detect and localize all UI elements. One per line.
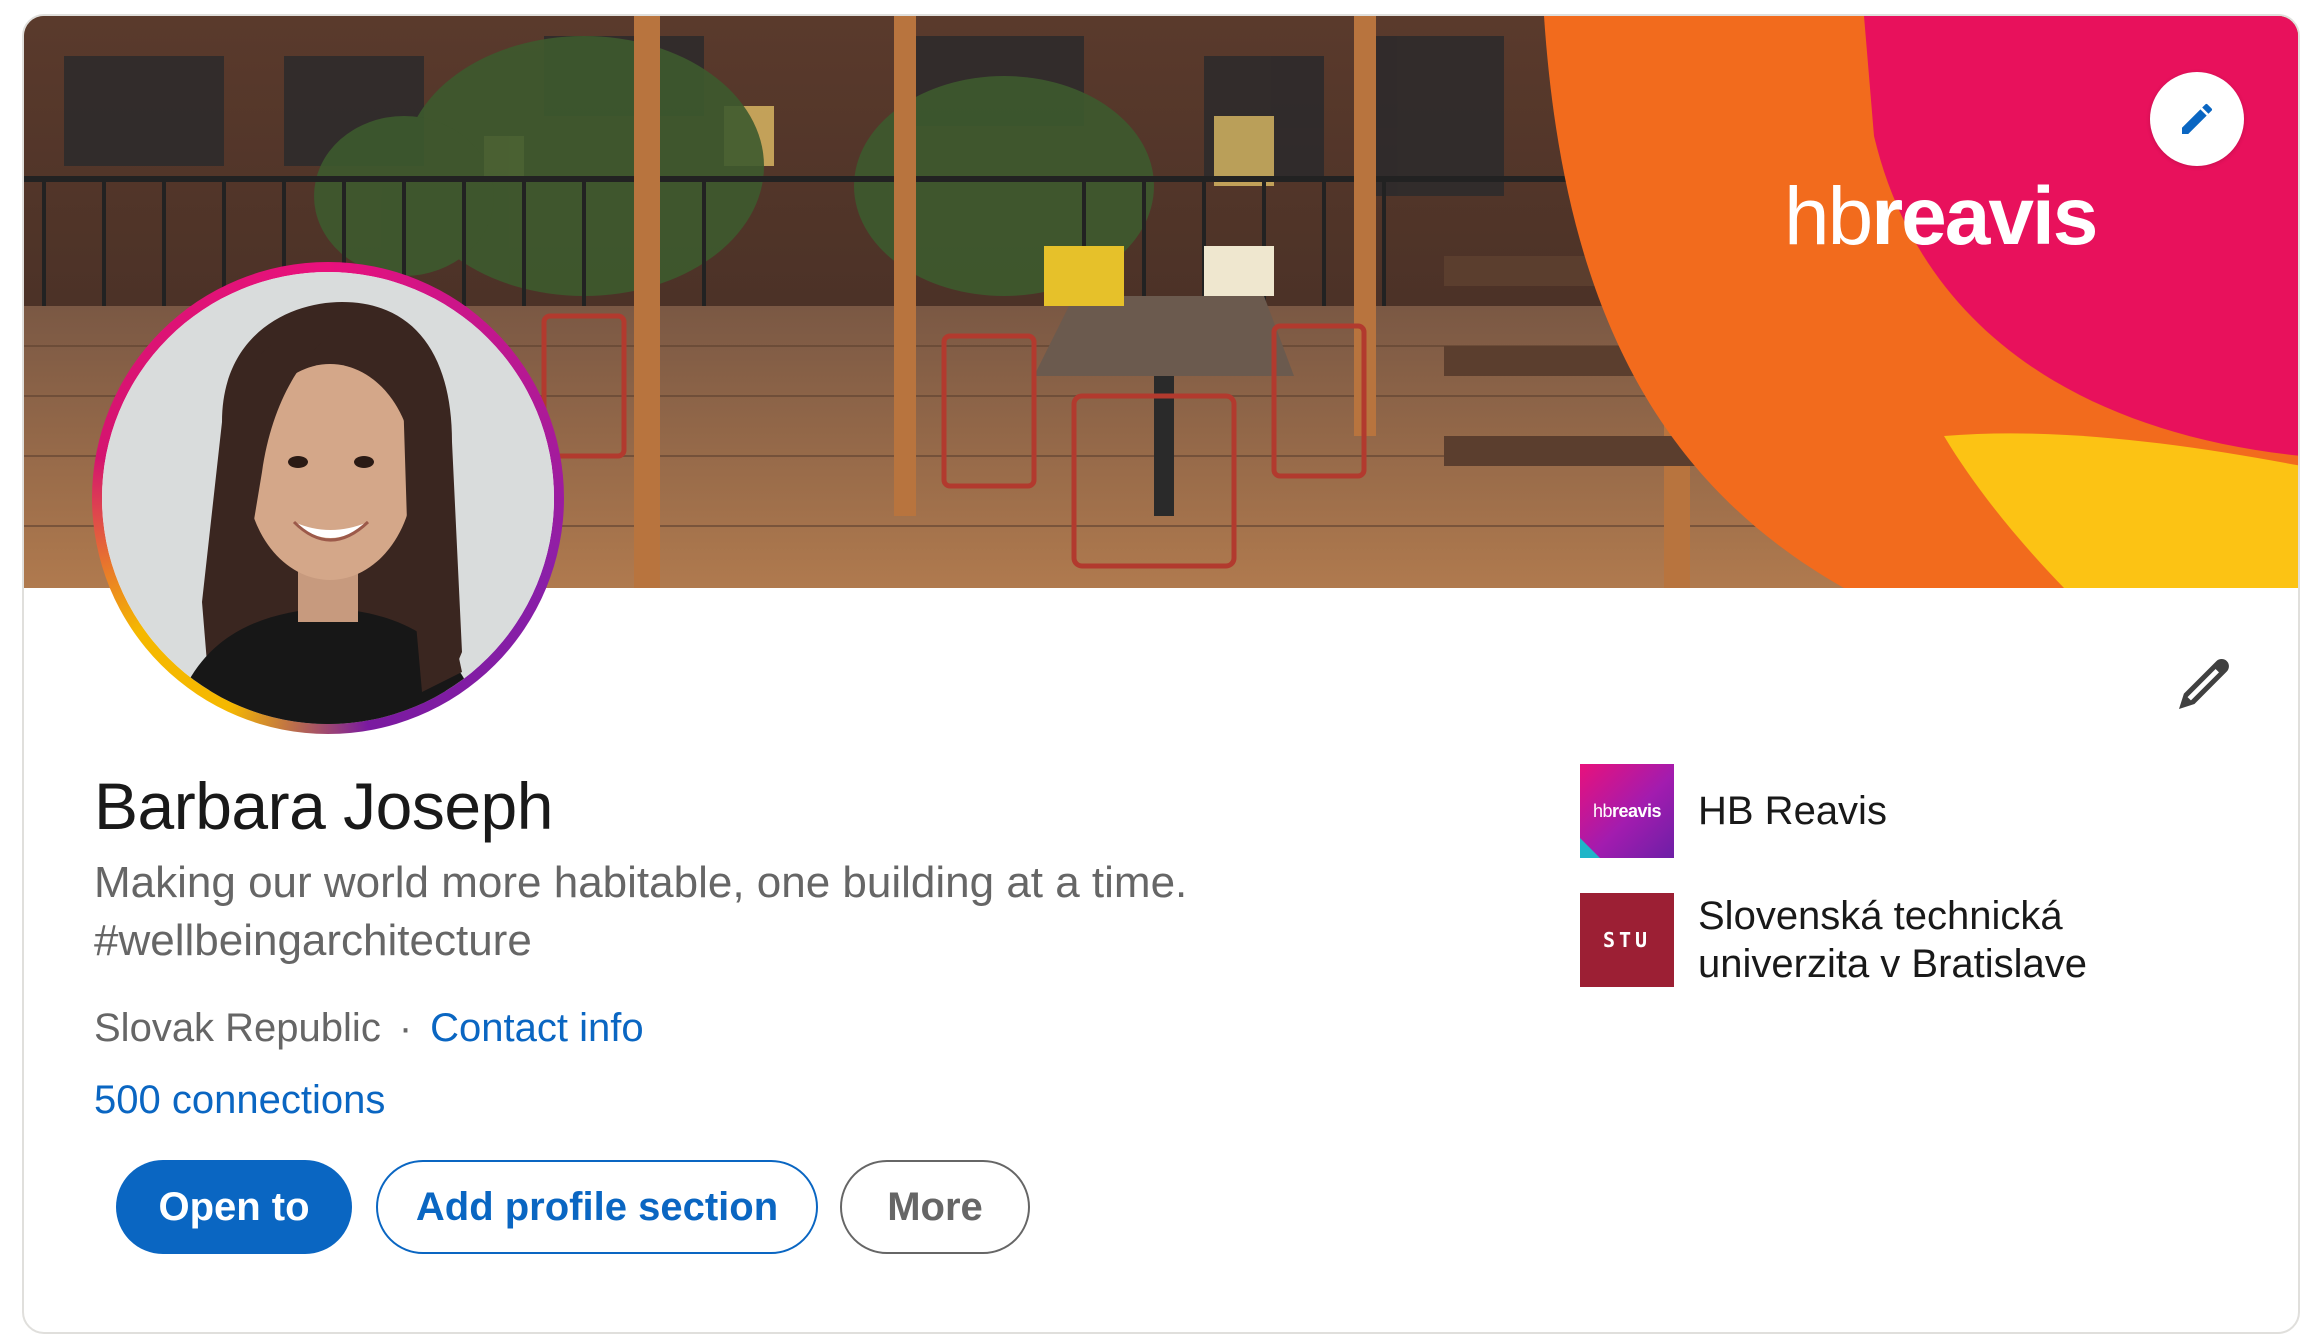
- open-to-button[interactable]: Open to: [116, 1160, 352, 1254]
- profile-headline: Making our world more habitable, one bui…: [94, 858, 1188, 965]
- add-profile-section-button[interactable]: Add profile section: [376, 1160, 818, 1254]
- brand-logo: hbreavis: [1784, 176, 2098, 258]
- profile-location: Slovak Republic: [94, 1006, 381, 1050]
- avatar: [102, 272, 554, 724]
- org-item-stu[interactable]: STU Slovenská technická univerzita v Bra…: [1580, 892, 2118, 988]
- org-name: HB Reavis: [1698, 789, 1887, 833]
- edit-banner-button[interactable]: [2150, 72, 2244, 166]
- hb-logo-light: hb: [1592, 800, 1613, 821]
- contact-info-link[interactable]: Contact info: [430, 1006, 643, 1050]
- profile-name: Barbara Joseph: [94, 769, 553, 843]
- pencil-icon: [2182, 104, 2212, 134]
- connections-link[interactable]: 500 connections: [94, 1078, 385, 1123]
- pencil-icon: [2179, 659, 2229, 709]
- hb-logo-bold: reavis: [1611, 800, 1662, 821]
- brand-logo-bold: reavis: [1871, 171, 2098, 262]
- org-name: Slovenská technická univerzita v Bratisl…: [1698, 894, 2088, 986]
- separator-dot: ·: [398, 1006, 413, 1050]
- profile-card: hbreavis Barbara Joseph Making our world…: [22, 14, 2300, 1334]
- org-item-hb-reavis[interactable]: hb reavis HB Reavis: [1580, 764, 2118, 858]
- avatar-image: [102, 272, 554, 724]
- edit-intro-button[interactable]: [2164, 644, 2244, 724]
- profile-photo[interactable]: [92, 262, 564, 734]
- hb-reavis-logo: hb reavis: [1580, 764, 1674, 858]
- stu-logo-text: STU: [1602, 928, 1652, 952]
- location-row: Slovak Republic · Contact info: [94, 1006, 644, 1051]
- brand-logo-light: hb: [1784, 171, 1873, 262]
- logo-accent: [1580, 838, 1600, 858]
- stu-logo: STU: [1580, 893, 1674, 987]
- more-button[interactable]: More: [840, 1160, 1030, 1254]
